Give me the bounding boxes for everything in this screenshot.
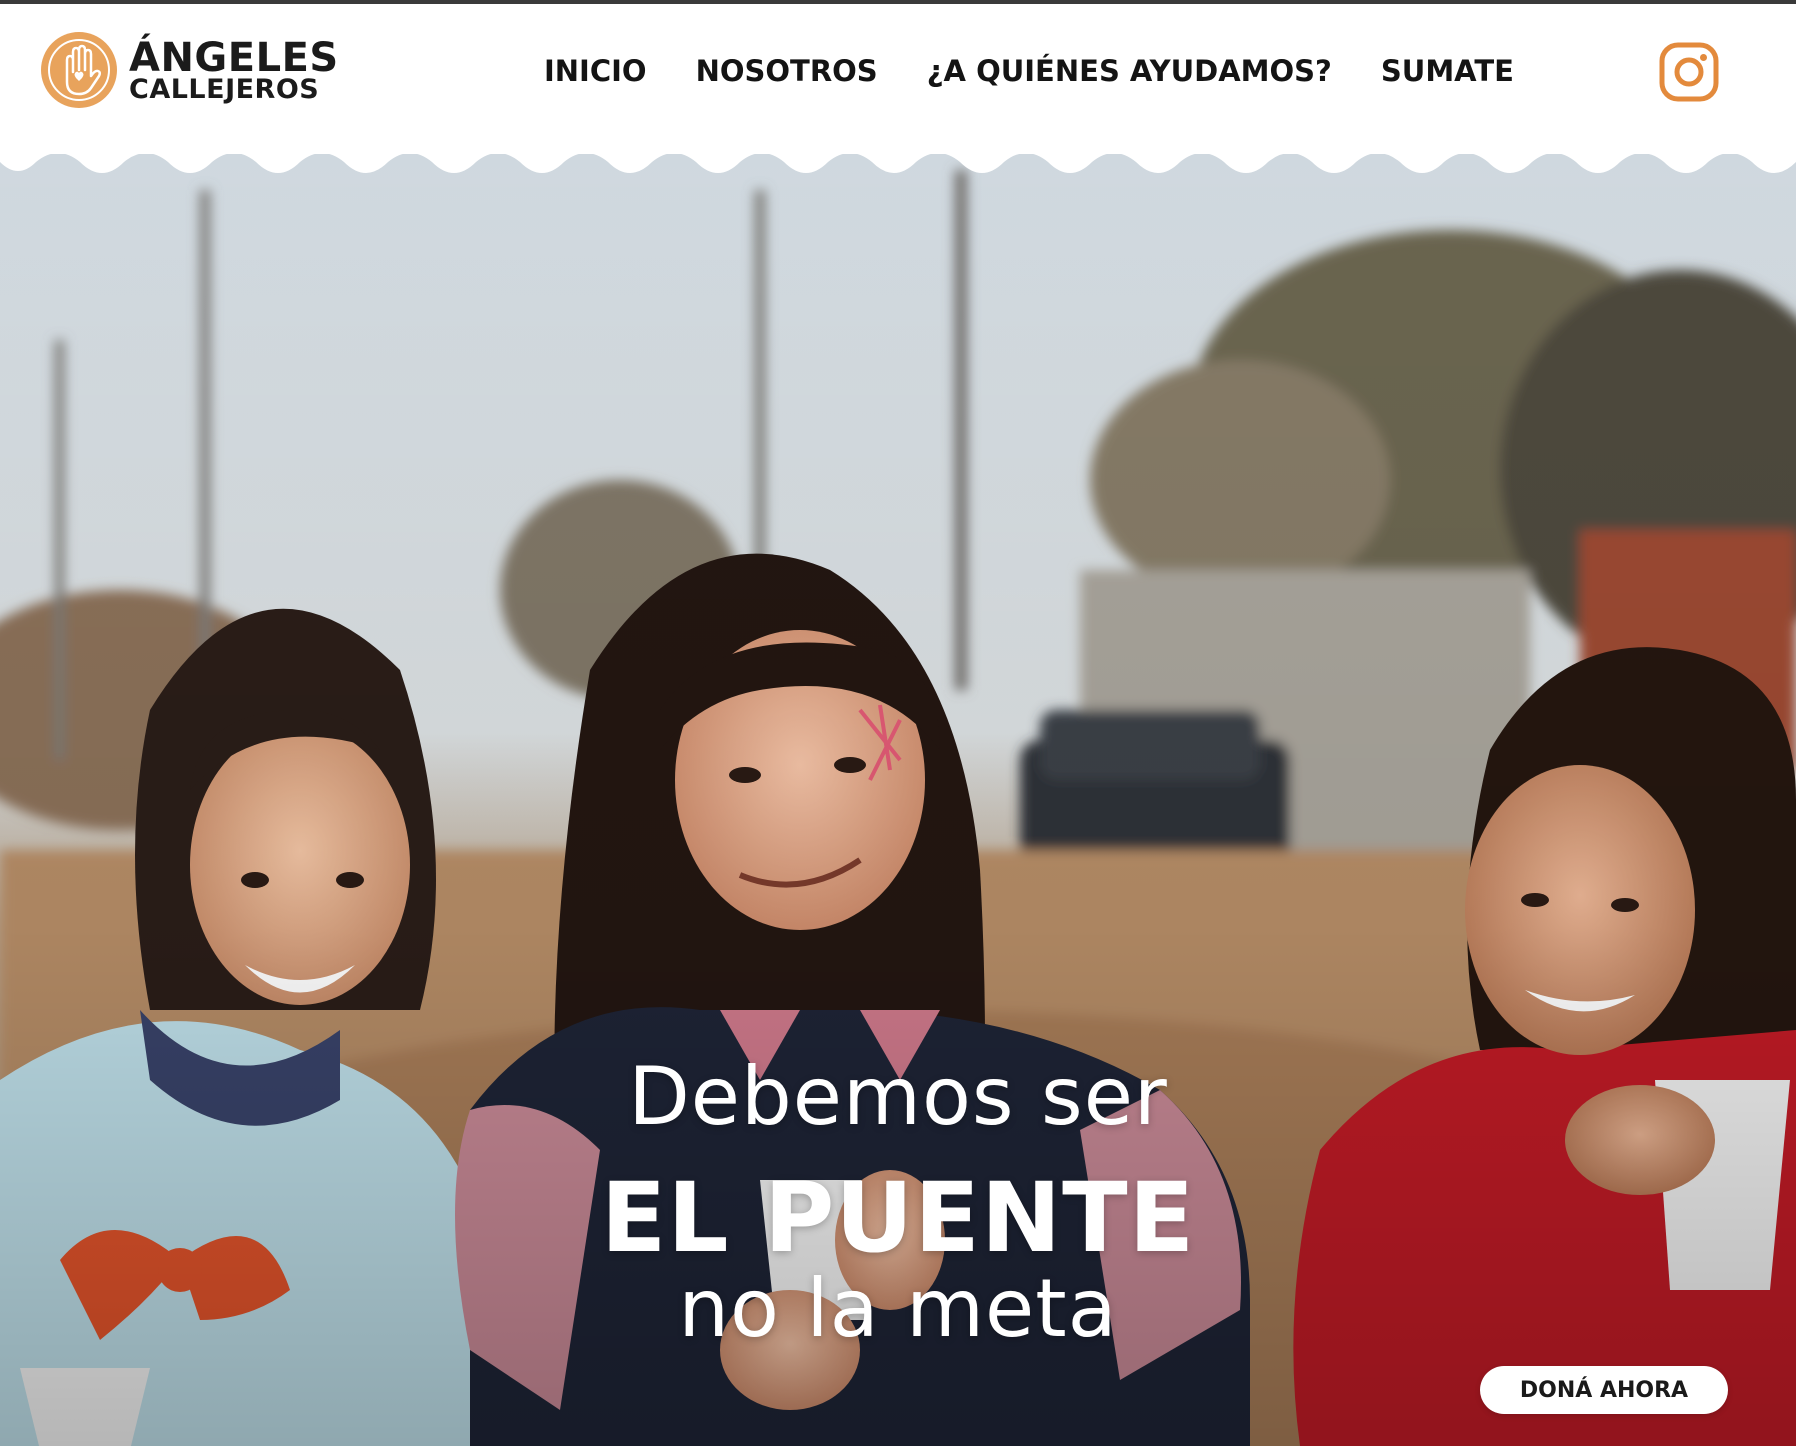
nav-item-inicio[interactable]: INICIO	[544, 54, 647, 88]
page: ÁNGELES CALLEJEROS INICIO NOSOTROS ¿A QU…	[0, 0, 1796, 1446]
hero-headline-line1: Debemos ser	[628, 1050, 1168, 1143]
nav-item-nosotros[interactable]: NOSOTROS	[696, 54, 878, 88]
wavy-divider	[0, 150, 1796, 173]
hero-headline-line3: no la meta	[678, 1262, 1118, 1355]
nav-item-sumate[interactable]: SUMATE	[1381, 54, 1514, 88]
main-nav: INICIO NOSOTROS ¿A QUIÉNES AYUDAMOS? SUM…	[544, 54, 1514, 88]
site-header: ÁNGELES CALLEJEROS INICIO NOSOTROS ¿A QU…	[0, 4, 1796, 154]
hand-heart-icon	[41, 32, 117, 108]
brand-logo[interactable]: ÁNGELES CALLEJEROS	[39, 30, 339, 110]
nav-item-a-quienes-ayudamos[interactable]: ¿A QUIÉNES AYUDAMOS?	[927, 54, 1332, 88]
brand-name-line1: ÁNGELES	[129, 34, 339, 81]
instagram-icon[interactable]	[1658, 41, 1720, 103]
brand-name: ÁNGELES CALLEJEROS	[129, 38, 339, 103]
donate-button[interactable]: DONÁ AHORA	[1480, 1366, 1728, 1414]
hero-headline-line2: EL PUENTE	[600, 1162, 1196, 1274]
brand-name-line2: CALLEJEROS	[129, 73, 320, 105]
